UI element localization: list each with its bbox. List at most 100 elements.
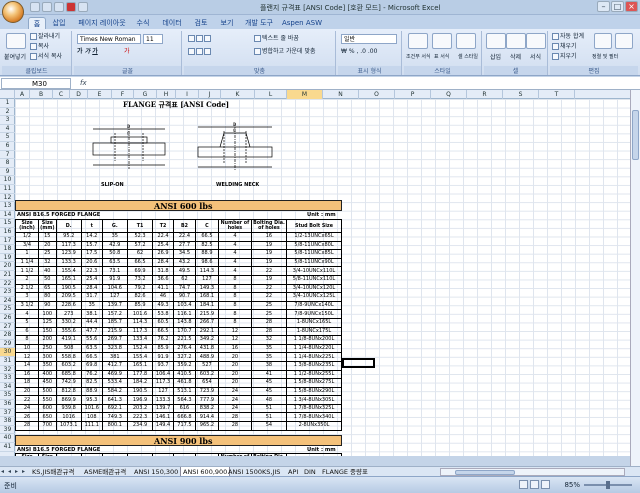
format-painter-button[interactable]: 서식 복사 xyxy=(30,52,62,61)
table-cell[interactable]: 28 xyxy=(15,421,40,431)
cut-button[interactable]: 잘라내기 xyxy=(30,32,60,41)
table-cell[interactable]: 51 xyxy=(250,403,288,414)
row-header[interactable]: 12 xyxy=(0,194,15,203)
autosum-button[interactable]: 자동 합계 xyxy=(552,32,584,41)
table-cell[interactable]: 85.9 xyxy=(126,300,154,311)
column-header[interactable]: N xyxy=(323,90,359,99)
delete-cells-button[interactable]: 삭제 xyxy=(510,53,521,62)
table-cell[interactable]: 28 xyxy=(250,326,288,337)
table-cell[interactable]: 35 xyxy=(101,232,128,242)
table-cell[interactable]: 90.7 xyxy=(172,292,196,302)
table-cell[interactable]: 125 xyxy=(38,317,57,328)
row-header[interactable]: 33 xyxy=(0,374,15,383)
table-cell[interactable]: 723.9 xyxy=(194,386,219,397)
office-button[interactable] xyxy=(2,1,24,23)
table-cell[interactable]: 31.8 xyxy=(152,266,174,276)
horizontal-scroll-thumb[interactable] xyxy=(455,470,515,475)
table-cell[interactable]: 114.3 xyxy=(126,317,154,328)
table-cell[interactable]: 91.9 xyxy=(152,352,174,362)
table-cell[interactable]: 15.7 xyxy=(80,240,103,251)
fx-icon[interactable]: fx xyxy=(80,79,87,87)
table-cell[interactable]: 200 xyxy=(38,335,57,345)
table-cell[interactable]: 16 xyxy=(15,369,40,380)
table-cell[interactable]: 616 xyxy=(172,403,196,414)
page-layout-view-icon[interactable] xyxy=(530,480,539,489)
table-cell[interactable]: 1 1/4 xyxy=(15,257,40,268)
table-cell[interactable]: 564.3 xyxy=(172,395,196,405)
column-header[interactable]: J xyxy=(199,90,221,99)
table-cell[interactable]: 62 xyxy=(172,274,196,285)
table-cell[interactable]: 2-8UNx350L xyxy=(286,421,342,431)
format-cells-button[interactable]: 서식 xyxy=(530,53,541,62)
row-header[interactable]: 20 xyxy=(0,262,15,271)
normal-view-icon[interactable] xyxy=(519,480,528,489)
table-cell[interactable]: 1 3/8-8UNx235L xyxy=(286,360,342,371)
currency-button[interactable]: ₩ % , .0 .00 xyxy=(341,47,377,56)
next-sheet-button[interactable]: ▸ xyxy=(15,468,22,476)
table-cell[interactable]: 603.2 xyxy=(194,369,219,380)
table-cell[interactable]: 488.9 xyxy=(194,352,219,362)
table-cell[interactable]: 22.3 xyxy=(80,266,103,276)
column-header[interactable]: L xyxy=(255,90,287,99)
table-cell[interactable]: 50 xyxy=(38,274,57,285)
table-cell[interactable]: 800.1 xyxy=(101,421,128,431)
table-cell[interactable]: 45 xyxy=(250,378,288,388)
column-header[interactable]: M xyxy=(287,90,323,99)
table-cell[interactable]: 603.2 xyxy=(55,360,82,371)
table-cell[interactable]: 46 xyxy=(152,292,174,302)
table-cell[interactable]: 1 5/8-8UNx290L xyxy=(286,386,342,397)
table-cell[interactable]: 44.4 xyxy=(80,317,103,328)
table-cell[interactable]: 95.3 xyxy=(80,395,103,405)
table-cell[interactable]: 355.6 xyxy=(55,326,82,337)
row-header[interactable]: 26 xyxy=(0,314,15,323)
insert-cells-icon[interactable] xyxy=(486,33,506,49)
table-cell[interactable]: 101.6 xyxy=(126,309,154,319)
table-cell[interactable]: 150 xyxy=(38,326,57,337)
table-cell[interactable]: 1 1/2-8UNx255L xyxy=(286,369,342,380)
table-cell[interactable]: 32 xyxy=(38,257,57,268)
table-cell[interactable]: 95.2 xyxy=(55,232,82,242)
table-cell[interactable]: 654 xyxy=(194,378,219,388)
cell-style-icon[interactable] xyxy=(456,33,476,49)
last-sheet-button[interactable]: ▸ xyxy=(22,468,29,476)
table-cell[interactable]: 34.5 xyxy=(172,249,196,259)
table-cell[interactable]: 12 xyxy=(15,352,40,362)
table-cell[interactable]: 914.4 xyxy=(194,412,219,423)
table-cell[interactable]: 359.2 xyxy=(172,360,196,371)
table-cell[interactable]: 234.9 xyxy=(126,421,154,431)
table-cell[interactable]: 3/4-10UNCx110L xyxy=(286,266,342,276)
tab-data[interactable]: 데이터 xyxy=(160,17,184,29)
table-cell[interactable]: 5/8-11UNCx80L xyxy=(286,240,342,251)
table-cell[interactable]: 19 xyxy=(250,240,288,251)
row-header[interactable]: 24 xyxy=(0,297,15,306)
table-cell[interactable]: 149.3 xyxy=(194,283,219,294)
row-header[interactable]: 2 xyxy=(0,108,15,117)
table-format-button[interactable]: 표 서식 xyxy=(434,53,449,62)
table-cell[interactable]: 104.6 xyxy=(101,283,128,294)
save-icon[interactable] xyxy=(30,2,40,12)
table-cell[interactable]: 266.7 xyxy=(194,317,219,328)
table-format-icon[interactable] xyxy=(432,33,452,49)
table-cell[interactable]: 4 xyxy=(217,240,252,251)
table-cell[interactable]: 35 xyxy=(250,343,288,354)
table-cell[interactable]: 269.7 xyxy=(101,335,128,345)
table-cell[interactable]: 26.9 xyxy=(152,249,174,259)
column-header[interactable]: F xyxy=(112,90,134,99)
table-cell[interactable]: 22 xyxy=(15,395,40,405)
row-header[interactable]: 23 xyxy=(0,288,15,297)
column-header[interactable]: T xyxy=(539,90,575,99)
delete-cells-icon[interactable] xyxy=(506,33,526,49)
table-cell[interactable]: 25 xyxy=(38,249,57,259)
table-cell[interactable]: 117.3 xyxy=(55,240,82,251)
table-cell[interactable]: 685.8 xyxy=(55,369,82,380)
table-cell[interactable]: 117.3 xyxy=(126,326,154,337)
table-cell[interactable]: 114.3 xyxy=(194,266,219,276)
table-cell[interactable]: 185.7 xyxy=(101,317,128,328)
table-cell[interactable]: 28.4 xyxy=(80,283,103,294)
table-cell[interactable]: 717.5 xyxy=(172,421,196,431)
table-cell[interactable]: 88.9 xyxy=(80,386,103,397)
table-cell[interactable]: 16 xyxy=(217,343,252,354)
table-cell[interactable]: 133.3 xyxy=(152,395,174,405)
table-cell[interactable]: 117.3 xyxy=(152,378,174,388)
select-all-corner[interactable] xyxy=(0,90,15,99)
